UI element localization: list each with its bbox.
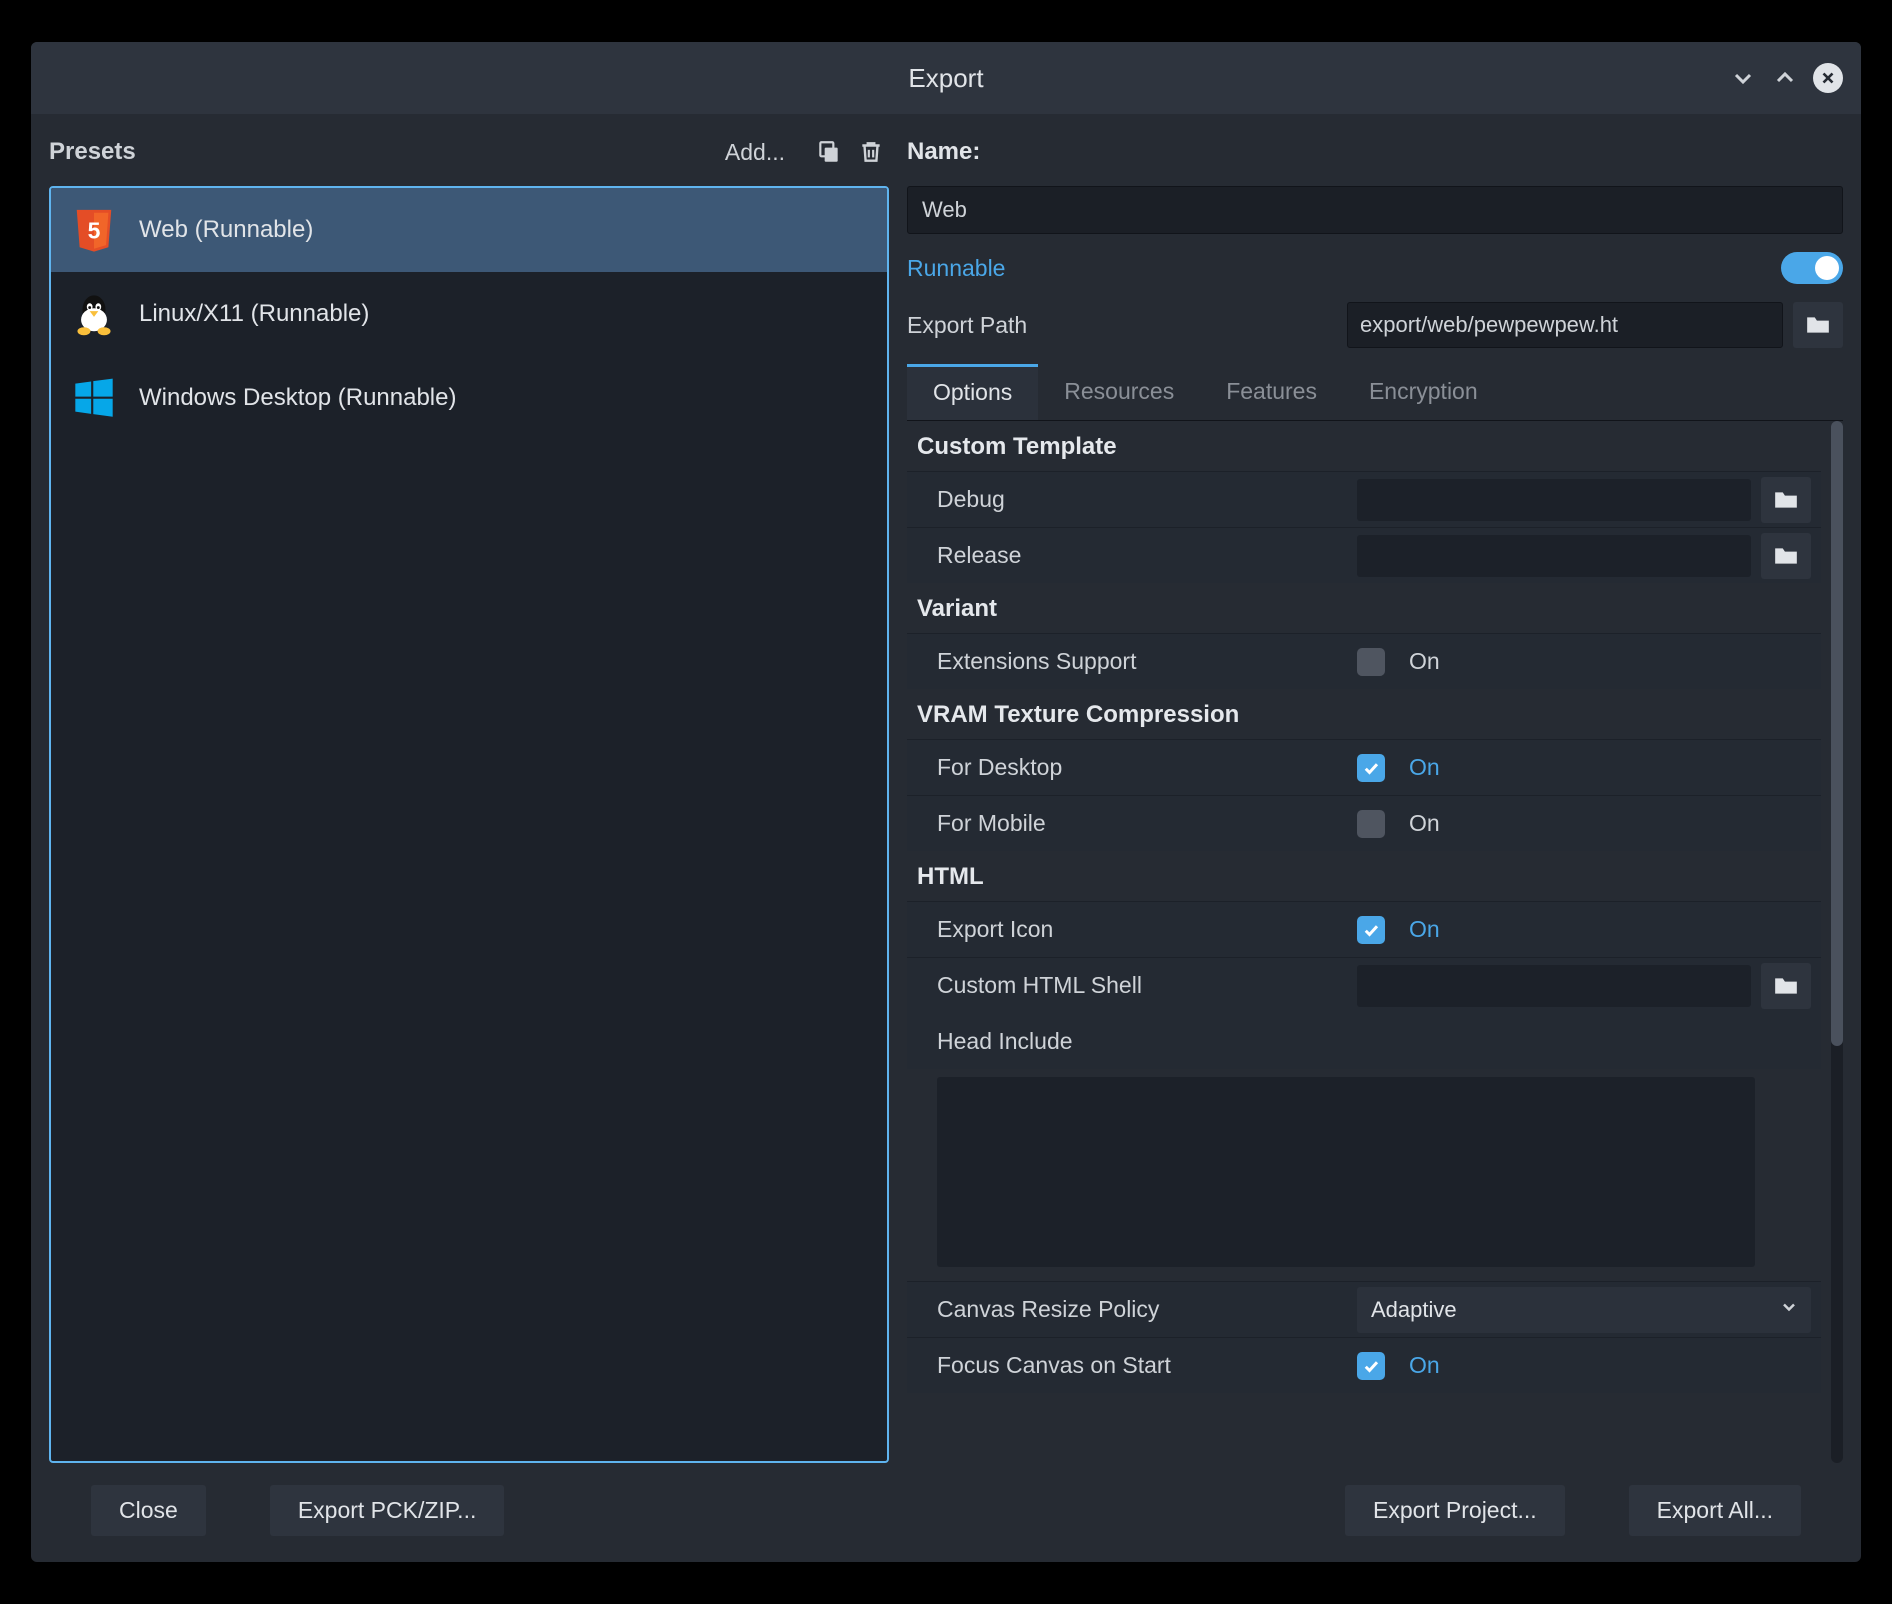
folder-icon bbox=[1773, 975, 1799, 997]
folder-icon bbox=[1805, 314, 1831, 336]
dialog-footer: Close Export PCK/ZIP... Export Project..… bbox=[31, 1473, 1861, 1562]
canvas-resize-policy-dropdown[interactable]: Adaptive bbox=[1357, 1287, 1811, 1333]
option-focus-canvas: Focus Canvas on Start On bbox=[907, 1337, 1821, 1393]
chevron-up-icon[interactable] bbox=[1771, 64, 1799, 92]
option-head-include-label: Head Include bbox=[907, 1013, 1821, 1069]
browse-release-button[interactable] bbox=[1761, 533, 1811, 579]
preset-item-web[interactable]: 5 Web (Runnable) bbox=[51, 188, 887, 272]
export-icon-checkbox[interactable] bbox=[1357, 916, 1385, 944]
section-html: HTML bbox=[907, 851, 1821, 901]
titlebar: Export bbox=[31, 42, 1861, 114]
scrollbar[interactable] bbox=[1831, 421, 1843, 1463]
export-path-input[interactable] bbox=[1347, 302, 1783, 348]
export-project-button[interactable]: Export Project... bbox=[1345, 1485, 1565, 1536]
chevron-down-icon bbox=[1779, 1297, 1799, 1323]
name-label: Name: bbox=[907, 138, 980, 166]
export-all-button[interactable]: Export All... bbox=[1629, 1485, 1801, 1536]
scrollbar-thumb[interactable] bbox=[1831, 421, 1843, 1046]
preset-item-label: Windows Desktop (Runnable) bbox=[139, 384, 456, 412]
preset-list[interactable]: 5 Web (Runnable) Linux/X11 (Runnable) bbox=[49, 186, 889, 1463]
custom-html-shell-input[interactable] bbox=[1357, 965, 1751, 1007]
add-preset-button[interactable]: Add... bbox=[725, 139, 785, 166]
export-dialog: Export Presets Add... bbox=[31, 42, 1861, 1562]
preset-item-label: Web (Runnable) bbox=[139, 216, 313, 244]
tab-features[interactable]: Features bbox=[1200, 364, 1343, 420]
export-path-label: Export Path bbox=[907, 312, 1337, 339]
presets-pane: Presets Add... 5 Web (Runnable) bbox=[49, 128, 889, 1463]
close-button[interactable]: Close bbox=[91, 1485, 206, 1536]
svg-text:5: 5 bbox=[88, 218, 101, 244]
option-release: Release bbox=[907, 527, 1821, 583]
runnable-toggle[interactable] bbox=[1781, 252, 1843, 284]
browse-path-button[interactable] bbox=[1793, 302, 1843, 348]
option-for-desktop: For Desktop On bbox=[907, 739, 1821, 795]
option-canvas-resize-policy: Canvas Resize Policy Adaptive bbox=[907, 1281, 1821, 1337]
trash-icon[interactable] bbox=[853, 134, 889, 170]
details-pane: Name: Runnable Export Path Options Reso bbox=[907, 128, 1843, 1463]
tab-options[interactable]: Options bbox=[907, 364, 1038, 420]
html5-icon: 5 bbox=[69, 205, 119, 255]
release-path-input[interactable] bbox=[1357, 535, 1751, 577]
section-variant: Variant bbox=[907, 583, 1821, 633]
option-extensions-support: Extensions Support On bbox=[907, 633, 1821, 689]
option-custom-html-shell: Custom HTML Shell bbox=[907, 957, 1821, 1013]
chevron-down-icon[interactable] bbox=[1729, 64, 1757, 92]
folder-icon bbox=[1773, 489, 1799, 511]
section-vram: VRAM Texture Compression bbox=[907, 689, 1821, 739]
preset-name-input[interactable] bbox=[907, 186, 1843, 234]
tab-encryption[interactable]: Encryption bbox=[1343, 364, 1504, 420]
tab-resources[interactable]: Resources bbox=[1038, 364, 1200, 420]
windows-icon bbox=[69, 373, 119, 423]
preset-item-windows[interactable]: Windows Desktop (Runnable) bbox=[51, 356, 887, 440]
focus-canvas-checkbox[interactable] bbox=[1357, 1352, 1385, 1380]
section-custom-template: Custom Template bbox=[907, 421, 1821, 471]
preset-item-label: Linux/X11 (Runnable) bbox=[139, 300, 369, 328]
copy-icon[interactable] bbox=[811, 134, 847, 170]
options-panel: Custom Template Debug Release Variant bbox=[907, 421, 1827, 1463]
presets-label: Presets bbox=[49, 138, 725, 166]
extensions-support-checkbox[interactable] bbox=[1357, 648, 1385, 676]
close-icon[interactable] bbox=[1813, 63, 1843, 93]
option-debug: Debug bbox=[907, 471, 1821, 527]
for-desktop-checkbox[interactable] bbox=[1357, 754, 1385, 782]
linux-icon bbox=[69, 289, 119, 339]
for-mobile-checkbox[interactable] bbox=[1357, 810, 1385, 838]
head-include-textarea[interactable] bbox=[937, 1077, 1755, 1267]
preset-item-linux[interactable]: Linux/X11 (Runnable) bbox=[51, 272, 887, 356]
option-for-mobile: For Mobile On bbox=[907, 795, 1821, 851]
browse-debug-button[interactable] bbox=[1761, 477, 1811, 523]
runnable-label: Runnable bbox=[907, 255, 1781, 282]
folder-icon bbox=[1773, 545, 1799, 567]
browse-html-shell-button[interactable] bbox=[1761, 963, 1811, 1009]
export-pck-zip-button[interactable]: Export PCK/ZIP... bbox=[270, 1485, 505, 1536]
debug-path-input[interactable] bbox=[1357, 479, 1751, 521]
tabs: Options Resources Features Encryption bbox=[907, 364, 1843, 421]
dialog-title: Export bbox=[908, 63, 983, 94]
option-export-icon: Export Icon On bbox=[907, 901, 1821, 957]
titlebar-controls bbox=[1729, 63, 1843, 93]
